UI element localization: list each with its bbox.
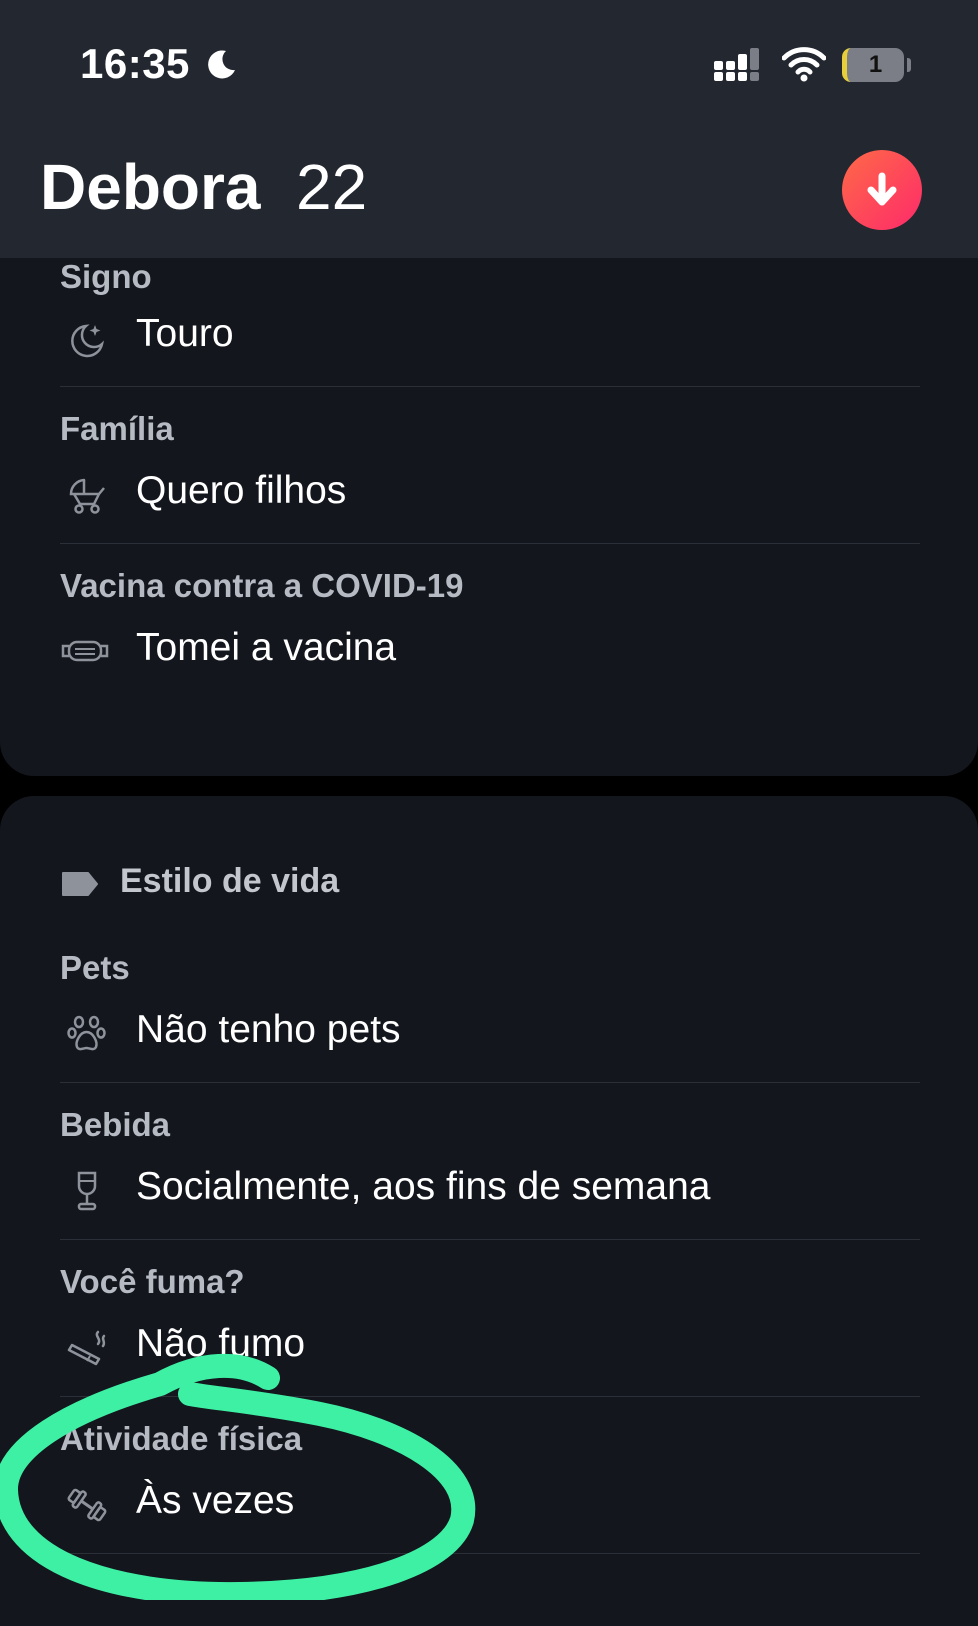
tag-icon [62,872,98,896]
divider [60,386,920,387]
basics-value-signo: Touro [136,312,234,355]
lifestyle-label-pets: Pets [60,949,130,986]
divider [60,1553,920,1554]
paw-icon [67,1015,106,1051]
cigarette-icon [67,1330,106,1366]
cellular-signal-icon [714,48,759,81]
lifestyle-value-bebida: Socialmente, aos fins de semana [136,1165,711,1208]
lifestyle-label-bebida: Bebida [60,1106,171,1143]
lifestyle-label-atividade: Atividade física [60,1420,303,1457]
moon-stars-icon [71,324,105,358]
arrow-down-icon [867,172,897,206]
profile-age: 22 [296,151,368,223]
do-not-disturb-moon-icon [208,50,235,79]
lifestyle-value-pets: Não tenho pets [136,1008,401,1051]
battery-indicator: 1 [842,48,904,82]
divider [60,1239,920,1240]
status-time: 16:35 [80,40,190,87]
divider [60,543,920,544]
stroller-icon [69,478,105,514]
basics-label-familia: Família [60,410,174,447]
wifi-icon [782,47,826,82]
basics-value-vacina: Tomei a vacina [136,626,397,669]
divider [60,1082,920,1083]
basics-value-familia: Quero filhos [136,469,347,512]
face-mask-icon [61,640,109,662]
battery-cap [907,58,911,72]
profile-header: 16:35 1 Debora 22 [0,0,978,258]
profile-name: Debora [40,151,261,223]
collapse-profile-button[interactable] [842,150,922,230]
lifestyle-title: Estilo de vida [120,862,340,900]
basics-label-vacina: Vacina contra a COVID-19 [60,567,464,604]
lifestyle-value-atividade: Às vezes [136,1479,295,1522]
basics-label-signo: Signo [60,258,152,295]
wine-glass-icon [77,1171,97,1211]
dumbbell-icon [67,1488,107,1522]
lifestyle-value-fuma: Não fumo [136,1322,306,1365]
lifestyle-label-fuma: Você fuma? [60,1263,245,1300]
divider [60,1396,920,1397]
